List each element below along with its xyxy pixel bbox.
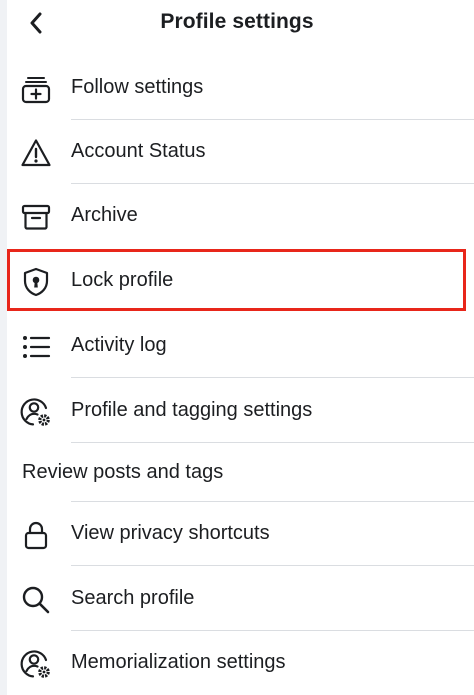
menu-item-label: Review posts and tags: [22, 461, 224, 483]
menu-item-activity-log[interactable]: Activity log: [7, 314, 474, 378]
menu-item-profile-tagging-settings[interactable]: Profile and tagging settings: [7, 379, 474, 443]
menu-item-label: Lock profile: [71, 269, 174, 291]
divider: [71, 565, 474, 566]
archive-icon: [20, 201, 52, 233]
menu-item-label: Profile and tagging settings: [71, 399, 313, 421]
user-gear-icon: [20, 648, 52, 680]
menu-item-follow-settings[interactable]: Follow settings: [7, 56, 474, 120]
menu-item-search-profile[interactable]: Search profile: [7, 567, 474, 631]
warning-icon: [20, 137, 52, 169]
lock-icon: [20, 519, 52, 551]
menu-item-label: View privacy shortcuts: [71, 522, 270, 544]
menu-item-memorialization-settings[interactable]: Memorialization settings: [7, 631, 474, 695]
list-icon: [20, 331, 52, 363]
menu-item-label: Account Status: [71, 140, 206, 162]
menu-item-label: Archive: [71, 204, 138, 226]
divider: [71, 442, 474, 443]
left-edge-strip: [0, 0, 7, 695]
menu-item-view-privacy-shortcuts[interactable]: View privacy shortcuts: [7, 502, 474, 566]
menu-item-archive[interactable]: Archive: [7, 184, 474, 248]
menu-item-lock-profile[interactable]: Lock profile: [7, 249, 474, 313]
menu-item-label: Activity log: [71, 334, 167, 356]
menu-item-label: Follow settings: [71, 76, 204, 98]
user-gear-icon: [20, 396, 52, 428]
shield-lock-icon: [20, 266, 52, 298]
menu-item-label: Search profile: [71, 587, 195, 609]
search-icon: [20, 584, 52, 616]
profile-settings-screen: Profile settings Follow settings Account…: [0, 0, 474, 695]
follow-icon: [20, 73, 52, 105]
menu-item-account-status[interactable]: Account Status: [7, 120, 474, 184]
menu-item-label: Memorialization settings: [71, 651, 286, 673]
divider: [71, 377, 474, 378]
header: Profile settings: [0, 0, 474, 46]
menu-item-review-posts-tags[interactable]: Review posts and tags: [7, 444, 474, 502]
page-title: Profile settings: [160, 10, 314, 33]
